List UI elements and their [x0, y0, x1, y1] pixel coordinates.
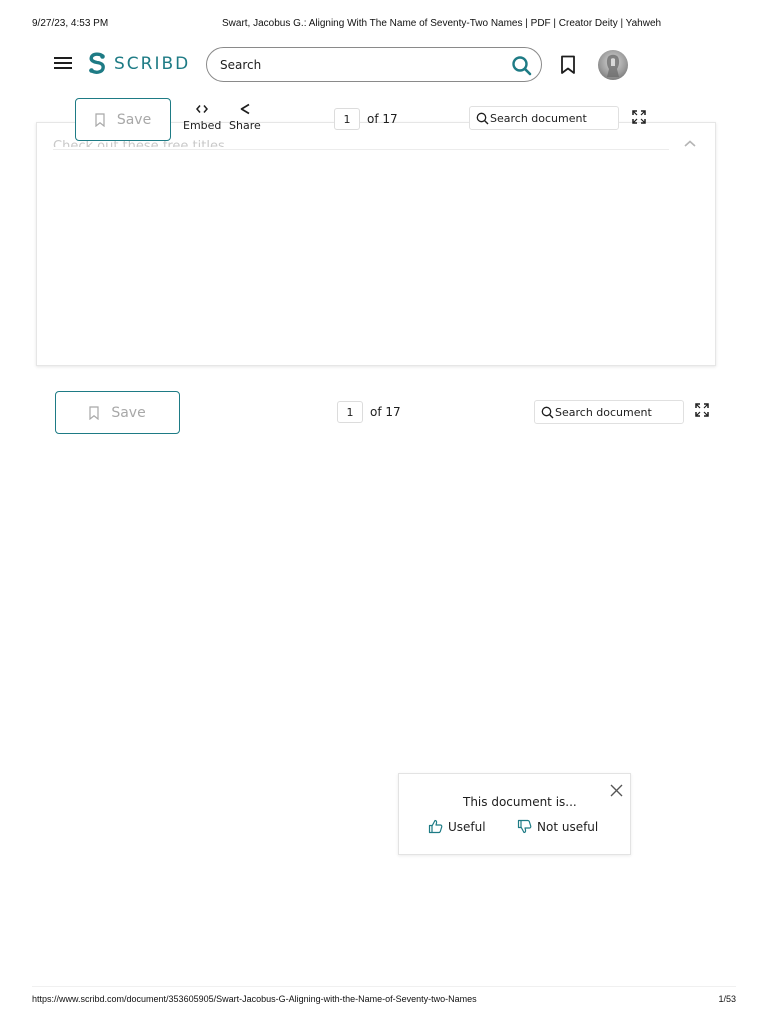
free-titles-panel: Check out these free titles	[36, 122, 716, 366]
print-footer: https://www.scribd.com/document/35360590…	[0, 994, 768, 1008]
page-count-bottom: of 17	[370, 405, 401, 419]
search-icon[interactable]	[511, 55, 533, 77]
useful-label: Useful	[448, 819, 486, 834]
print-document-title: Swart, Jacobus G.: Aligning With The Nam…	[222, 18, 662, 29]
feedback-title: This document is...	[463, 795, 577, 809]
bookmark-icon[interactable]	[560, 55, 576, 75]
search-icon	[541, 406, 554, 419]
scribd-logo-text: SCRIBD	[114, 54, 191, 74]
scribd-logo[interactable]: SCRIBD	[86, 50, 190, 78]
share-label: Share	[229, 119, 261, 132]
save-button-top[interactable]: Save	[75, 98, 171, 141]
site-search-input[interactable]	[220, 55, 490, 75]
print-date: 9/27/23, 4:53 PM	[32, 18, 109, 29]
document-search-bottom	[534, 400, 684, 424]
embed-label: Embed	[183, 119, 222, 132]
document-feedback-card: This document is... Useful Not useful	[398, 773, 631, 855]
top-navigation: SCRIBD	[0, 44, 768, 84]
embed-button[interactable]: Embed	[183, 102, 221, 132]
not-useful-button[interactable]: Not useful	[517, 819, 598, 834]
document-search-top	[469, 106, 619, 130]
code-embed-icon	[196, 105, 209, 113]
bookmark-outline-icon	[89, 405, 99, 420]
save-label: Save	[111, 404, 146, 421]
fullscreen-icon[interactable]	[695, 403, 709, 417]
page-number-input-bottom[interactable]	[337, 401, 363, 423]
share-icon	[240, 103, 250, 115]
print-url: https://www.scribd.com/document/35360590…	[32, 994, 477, 1004]
print-page-number: 1/53	[718, 994, 736, 1004]
search-icon	[476, 112, 489, 125]
document-search-input-top[interactable]	[490, 110, 610, 126]
useful-button[interactable]: Useful	[428, 819, 486, 834]
save-button-bottom[interactable]: Save	[55, 391, 180, 434]
heading-divider	[53, 149, 669, 150]
user-avatar[interactable]	[598, 50, 628, 80]
print-header: 9/27/23, 4:53 PM Swart, Jacobus G.: Alig…	[0, 18, 768, 32]
fullscreen-icon[interactable]	[632, 110, 646, 124]
page-count-top: of 17	[367, 112, 398, 126]
site-search-box	[206, 47, 542, 82]
hamburger-menu-icon[interactable]	[54, 56, 72, 70]
thumbs-up-icon	[428, 819, 443, 834]
close-icon[interactable]	[610, 784, 623, 797]
not-useful-label: Not useful	[537, 819, 599, 834]
share-button[interactable]: Share	[229, 102, 261, 132]
avatar-image-icon	[606, 54, 620, 77]
footer-divider	[32, 986, 736, 987]
save-label: Save	[116, 111, 152, 128]
scribd-logo-icon	[89, 52, 105, 74]
document-toolbar-top: Save Embed Share of 17	[0, 96, 768, 142]
page-number-input-top[interactable]	[334, 108, 360, 130]
thumbs-down-icon	[517, 819, 532, 834]
document-search-input-bottom[interactable]	[555, 404, 675, 420]
bookmark-outline-icon	[95, 112, 105, 127]
